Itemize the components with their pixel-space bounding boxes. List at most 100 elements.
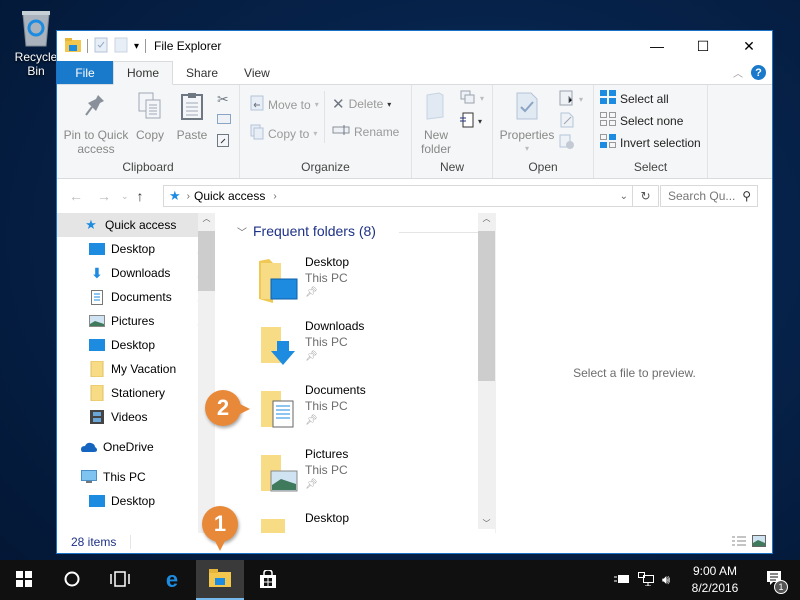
help-icon[interactable]: ? (751, 65, 766, 80)
search-icon: ⚲ (742, 189, 751, 203)
tab-file[interactable]: File (57, 61, 113, 84)
edge-browser-button[interactable]: e (148, 560, 196, 600)
delete-button[interactable]: ✕ Delete ▾ (332, 95, 391, 113)
address-bar[interactable]: ★ › Quick access › ⌄ ↻ (163, 185, 659, 207)
nav-item-quick-access[interactable]: ★ Quick access (57, 213, 215, 237)
open-button[interactable]: ▾ (559, 90, 583, 109)
nav-item-onedrive[interactable]: OneDrive (57, 435, 215, 459)
folder-tile-documents[interactable]: Documents This PC 📌︎ (259, 383, 459, 439)
history-button[interactable] (559, 134, 575, 153)
scroll-up-arrow[interactable]: ︿ (478, 213, 495, 224)
folder-tile-pictures[interactable]: Pictures This PC 📌︎ (259, 447, 459, 503)
minimize-button[interactable]: — (634, 31, 680, 61)
back-button[interactable]: ← (69, 188, 83, 204)
nav-item-stationery[interactable]: Stationery (57, 381, 215, 405)
up-button[interactable]: ↑ (137, 188, 144, 204)
scroll-down-arrow[interactable]: ﹀ (478, 518, 495, 529)
volume-speaker-icon[interactable]: 🔊︎ (662, 572, 670, 588)
folder-tile-desktop[interactable]: Desktop This PC 📌︎ (259, 255, 459, 311)
organize-group: Move to ▾ Copy to ▾ ✕ Delete ▾ Rename Or… (240, 85, 412, 178)
tab-share[interactable]: Share (173, 61, 231, 84)
close-button[interactable]: ✕ (726, 31, 772, 61)
paste-shortcut-button[interactable] (217, 133, 229, 150)
paste-button[interactable]: Paste (173, 91, 211, 142)
cut-button[interactable]: ✂ (217, 91, 229, 108)
nav-item-this-pc[interactable]: This PC (57, 465, 215, 489)
frequent-folders-header[interactable]: ﹀ Frequent folders (8) (237, 223, 376, 239)
rename-button[interactable]: Rename (332, 124, 399, 139)
scroll-up-arrow[interactable]: ︿ (198, 213, 215, 224)
scrollbar-thumb[interactable] (478, 231, 495, 381)
new-folder-qat-icon[interactable] (114, 37, 128, 56)
forward-button[interactable]: → (97, 188, 111, 204)
new-item-icon (460, 90, 476, 107)
edit-button[interactable] (559, 112, 575, 131)
nav-item-documents[interactable]: Documents 📌︎ (57, 285, 215, 309)
nav-item-videos[interactable]: Videos (57, 405, 215, 429)
status-bar: 28 items (57, 531, 772, 553)
organize-group-label: Organize (301, 160, 350, 174)
copy-path-button[interactable] (217, 113, 231, 127)
new-group-label: New (439, 160, 464, 174)
easy-access-button[interactable]: ▾ (460, 112, 482, 131)
pin-icon: 📌︎ (305, 415, 318, 426)
nav-item-pictures[interactable]: Pictures 📌︎ (57, 309, 215, 333)
pin-to-quick-access-button[interactable]: Pin to Quick access (61, 91, 131, 156)
callout-badge-2: 2 (205, 390, 241, 426)
search-input[interactable]: Search Qu... ⚲ (660, 185, 758, 207)
desktop-icon (89, 242, 105, 256)
file-explorer-taskbar-button[interactable] (196, 560, 244, 600)
properties-qat-icon[interactable] (94, 37, 108, 56)
navigation-pane-scrollbar[interactable]: ︿ (198, 213, 215, 533)
new-item-button[interactable]: ▾ (460, 90, 484, 107)
nav-item-downloads[interactable]: ⬇ Downloads 📌︎ (57, 261, 215, 285)
scrollbar-thumb[interactable] (198, 231, 215, 291)
nav-item-my-vacation[interactable]: My Vacation (57, 357, 215, 381)
details-view-icon[interactable] (732, 535, 746, 550)
folder-icon (89, 385, 105, 401)
start-button[interactable] (0, 560, 48, 600)
action-center-button[interactable]: 1 (752, 560, 800, 600)
tab-view[interactable]: View (231, 61, 283, 84)
edit-icon (559, 112, 575, 131)
task-view-button[interactable] (96, 560, 144, 600)
rename-icon (332, 124, 350, 139)
new-folder-button[interactable]: New folder (418, 91, 454, 156)
breadcrumb-separator-icon[interactable]: › (187, 191, 190, 202)
copy-icon (133, 91, 167, 124)
system-tray: 🔊︎ (614, 560, 670, 600)
battery-power-icon[interactable] (614, 573, 630, 588)
title-bar[interactable]: ▾ File Explorer — ☐ ✕ (57, 31, 772, 61)
nav-item-desktop[interactable]: Desktop 📌︎ (57, 237, 215, 261)
store-button[interactable] (244, 560, 292, 600)
folder-icon (89, 361, 105, 377)
move-to-button[interactable]: Move to ▾ (250, 95, 319, 114)
paste-icon (173, 91, 211, 124)
cortana-search-button[interactable] (48, 560, 96, 600)
large-icons-view-icon[interactable] (752, 535, 766, 550)
folder-tile-downloads[interactable]: Downloads This PC 📌︎ (259, 319, 459, 375)
folder-tile-desktop-2[interactable]: Desktop (259, 511, 459, 533)
collapse-ribbon-icon[interactable]: ︿ (733, 65, 743, 80)
copy-button[interactable]: Copy (133, 91, 167, 142)
new-folder-icon (418, 91, 454, 124)
refresh-button[interactable]: ↻ (632, 186, 658, 206)
content-scrollbar[interactable]: ︿ ﹀ (478, 213, 495, 529)
clock[interactable]: 9:00 AM 8/2/2016 (680, 563, 750, 597)
nav-item-this-pc-desktop[interactable]: Desktop (57, 489, 215, 513)
address-history-dropdown[interactable]: ⌄ (620, 191, 628, 202)
nav-item-desktop-2[interactable]: Desktop (57, 333, 215, 357)
copy-to-button[interactable]: Copy to ▾ (250, 124, 317, 143)
maximize-button[interactable]: ☐ (680, 31, 726, 61)
breadcrumb-separator-icon[interactable]: › (273, 191, 276, 202)
customize-qat-icon[interactable]: ▾ (134, 41, 139, 52)
breadcrumb-quick-access[interactable]: Quick access (194, 189, 265, 203)
invert-selection-button[interactable]: Invert selection (600, 134, 701, 151)
ribbon: Pin to Quick access Copy Paste ✂ Clipboa… (57, 85, 772, 179)
network-icon[interactable] (638, 571, 654, 589)
tab-home[interactable]: Home (113, 61, 174, 85)
select-none-button[interactable]: Select none (600, 112, 683, 129)
select-all-button[interactable]: Select all (600, 90, 669, 107)
recent-locations-button[interactable]: ⌄ (121, 191, 129, 202)
properties-button[interactable]: Properties ▾ (497, 91, 557, 156)
